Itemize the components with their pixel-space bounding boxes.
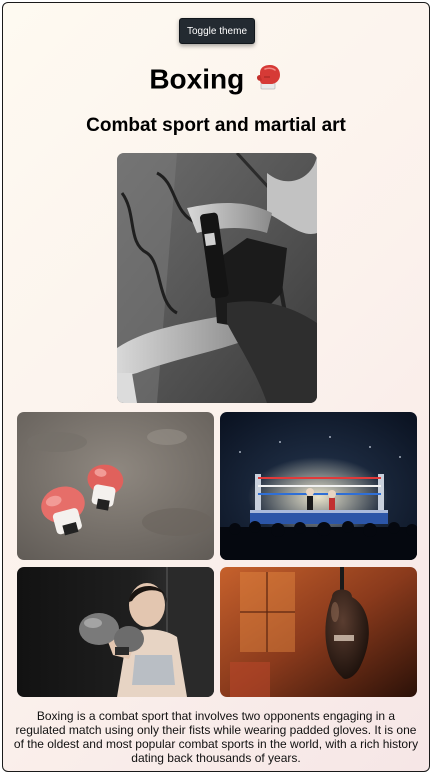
boxing-glove-icon (255, 63, 283, 96)
punching-bag-photo (220, 567, 417, 697)
description-text: Boxing is a combat sport that involves t… (13, 709, 419, 765)
hand-wrapping-photo (117, 153, 317, 403)
title-row: Boxing (3, 63, 429, 103)
toggle-theme-button[interactable]: Toggle theme (179, 18, 255, 44)
boxing-ring-photo (220, 412, 417, 560)
woman-boxer-photo (17, 567, 214, 697)
boxing-gloves-photo (17, 412, 214, 560)
app-frame: Toggle theme Boxing Combat sport and mar… (2, 2, 430, 772)
page-subtitle: Combat sport and martial art (86, 115, 346, 136)
page-title: Boxing (149, 63, 245, 95)
